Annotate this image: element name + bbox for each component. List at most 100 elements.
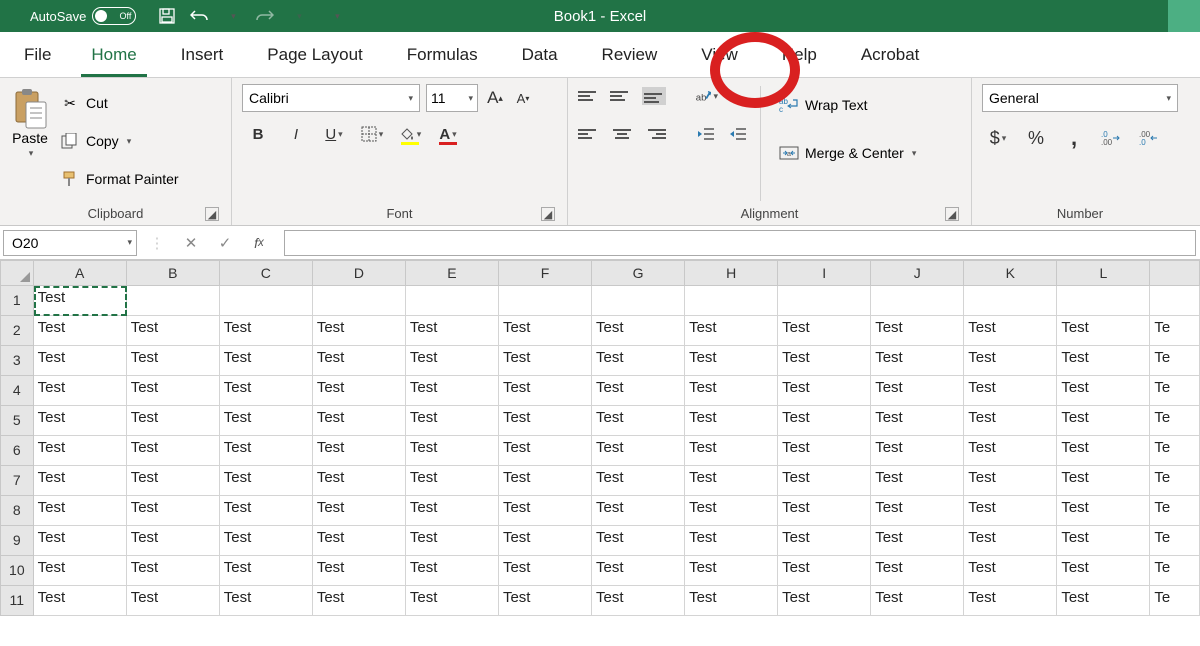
cell[interactable]: Test [1057, 406, 1150, 436]
tab-insert[interactable]: Insert [159, 35, 246, 77]
tab-review[interactable]: Review [580, 35, 680, 77]
cell[interactable]: Test [406, 586, 499, 616]
accounting-format-button[interactable]: $▾ [986, 126, 1010, 150]
bold-button[interactable]: B [246, 122, 270, 146]
cell[interactable]: Te [1150, 556, 1200, 586]
cell[interactable]: Test [127, 586, 220, 616]
cell[interactable]: Test [499, 346, 592, 376]
cell[interactable]: Test [592, 406, 685, 436]
cell[interactable]: Test [127, 556, 220, 586]
cell[interactable]: Test [499, 376, 592, 406]
cell[interactable]: Test [220, 436, 313, 466]
cell[interactable]: Test [685, 406, 778, 436]
row-header[interactable]: 8 [0, 496, 34, 526]
merge-center-button[interactable]: a Merge & Center ▾ [779, 138, 916, 168]
cell[interactable]: Test [778, 436, 871, 466]
cell[interactable]: Test [871, 556, 964, 586]
cell[interactable]: Test [313, 466, 406, 496]
cell[interactable]: Test [220, 406, 313, 436]
tab-home[interactable]: Home [69, 35, 158, 77]
cell[interactable]: Test [406, 526, 499, 556]
cell[interactable]: Test [1057, 586, 1150, 616]
column-header[interactable]: A [34, 260, 127, 286]
cell[interactable]: Test [685, 346, 778, 376]
cell[interactable]: Test [406, 316, 499, 346]
clipboard-launcher-icon[interactable]: ◢ [205, 207, 219, 221]
cell[interactable]: Test [778, 466, 871, 496]
cell[interactable]: Test [34, 466, 127, 496]
cell[interactable]: Test [220, 316, 313, 346]
column-header[interactable]: E [406, 260, 499, 286]
row-header[interactable]: 6 [0, 436, 34, 466]
cell[interactable]: Test [778, 316, 871, 346]
decrease-indent-button[interactable] [694, 122, 718, 146]
align-top-button[interactable] [578, 87, 602, 105]
cell[interactable] [871, 286, 964, 316]
column-header[interactable]: I [778, 260, 871, 286]
cell[interactable]: Te [1150, 316, 1200, 346]
cell[interactable]: Test [499, 556, 592, 586]
cell[interactable]: Test [592, 556, 685, 586]
cell[interactable]: Test [964, 466, 1057, 496]
cell[interactable]: Test [220, 556, 313, 586]
cell[interactable]: Test [406, 346, 499, 376]
cell[interactable]: Test [685, 316, 778, 346]
cell[interactable]: Test [499, 496, 592, 526]
cell[interactable]: Test [127, 526, 220, 556]
align-left-button[interactable] [578, 125, 602, 143]
paste-button[interactable]: Paste ▾ [10, 84, 50, 203]
cell[interactable]: Test [313, 586, 406, 616]
cell[interactable]: Test [499, 316, 592, 346]
name-box[interactable]: O20 ▾ [3, 230, 137, 256]
chevron-down-icon[interactable]: ▾ [912, 148, 917, 159]
cell[interactable]: Test [220, 586, 313, 616]
cell[interactable]: Test [871, 586, 964, 616]
cell[interactable]: Test [685, 466, 778, 496]
column-header[interactable]: F [499, 260, 592, 286]
cell[interactable]: Test [778, 346, 871, 376]
cell[interactable]: Test [964, 526, 1057, 556]
cell[interactable]: Test [685, 496, 778, 526]
cell[interactable]: Te [1150, 406, 1200, 436]
alignment-launcher-icon[interactable]: ◢ [945, 207, 959, 221]
cell[interactable]: Test [406, 496, 499, 526]
cell[interactable]: Test [220, 376, 313, 406]
cell[interactable]: Test [871, 496, 964, 526]
row-header[interactable]: 4 [0, 376, 34, 406]
cell[interactable]: Test [964, 316, 1057, 346]
row-header[interactable]: 1 [0, 286, 34, 316]
cell[interactable]: Test [406, 556, 499, 586]
cell[interactable]: Test [406, 436, 499, 466]
cell[interactable]: Test [592, 436, 685, 466]
cell[interactable]: Test [34, 526, 127, 556]
font-launcher-icon[interactable]: ◢ [541, 207, 555, 221]
row-header[interactable]: 11 [0, 586, 34, 616]
cell[interactable]: Test [1057, 556, 1150, 586]
enter-icon[interactable]: ✓ [208, 230, 242, 256]
increase-indent-button[interactable] [726, 122, 750, 146]
cell[interactable]: Test [685, 586, 778, 616]
cell[interactable]: Test [778, 406, 871, 436]
cell[interactable]: Test [1057, 496, 1150, 526]
column-header[interactable]: J [871, 260, 964, 286]
tab-file[interactable]: File [18, 35, 69, 77]
cell[interactable]: Test [406, 376, 499, 406]
cell[interactable]: Test [778, 376, 871, 406]
cell[interactable]: Test [499, 466, 592, 496]
cell[interactable]: Te [1150, 496, 1200, 526]
cell[interactable] [964, 286, 1057, 316]
cell[interactable]: Test [34, 586, 127, 616]
redo-icon[interactable] [256, 7, 274, 25]
insert-function-button[interactable]: fx [242, 230, 276, 256]
cell[interactable]: Test [313, 316, 406, 346]
cell[interactable]: Test [127, 436, 220, 466]
row-header[interactable]: 7 [0, 466, 34, 496]
cell[interactable]: Test [685, 526, 778, 556]
cell[interactable]: Te [1150, 436, 1200, 466]
cell[interactable]: Test [871, 436, 964, 466]
cancel-icon[interactable]: ✕ [174, 230, 208, 256]
cell[interactable]: Test [127, 496, 220, 526]
cell[interactable]: Test [313, 346, 406, 376]
format-painter-button[interactable]: Format Painter [60, 164, 179, 194]
formula-input[interactable] [284, 230, 1196, 256]
